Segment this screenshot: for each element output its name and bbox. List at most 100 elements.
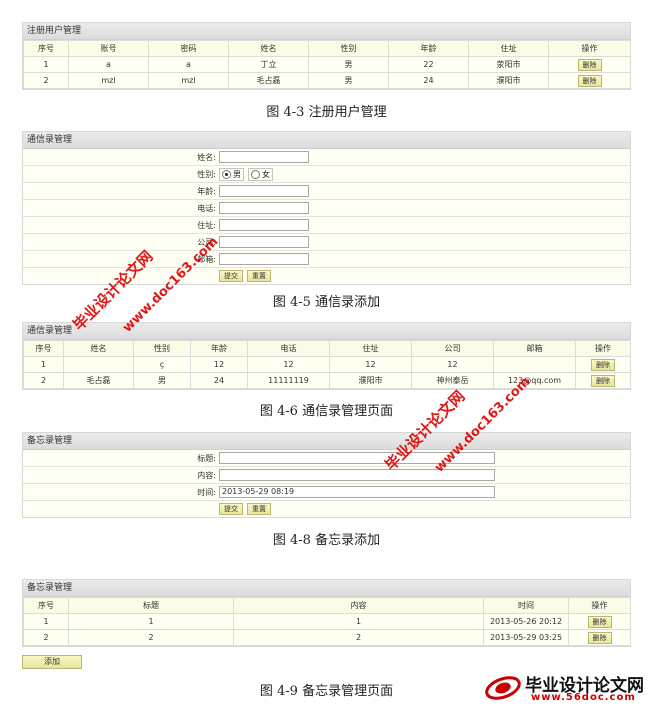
delete-button[interactable]: 删除 [587, 616, 612, 628]
figure-caption: 图 4-3 注册用户管理 [266, 105, 387, 120]
col-header: 性别 [133, 340, 191, 357]
form-row-address: 住址: [23, 217, 630, 234]
company-label: 公司: [197, 237, 216, 247]
col-header: 姓名 [63, 340, 134, 357]
table-cell: 1 [68, 613, 234, 630]
delete-button[interactable]: 删除 [587, 632, 612, 644]
reset-button[interactable]: 重置 [247, 270, 271, 282]
form-row-company: 公司: [23, 234, 630, 251]
col-header: 邮箱 [493, 340, 576, 357]
table-cell: ç [133, 356, 191, 373]
table-cell: 22 [388, 56, 469, 73]
table-cell: mzl [68, 72, 149, 89]
table-cell: 12 [247, 356, 330, 373]
table-cell: a [148, 56, 229, 73]
table-cell: 24 [388, 72, 469, 89]
table-cell: 荥阳市 [468, 56, 549, 73]
table-cell: 丁立 [228, 56, 309, 73]
users-table: 序号 账号 密码 姓名 性别 年龄 住址 操作 1 a a 丁立 男 22 荥阳… [23, 40, 631, 89]
delete-button[interactable]: 删除 [577, 75, 602, 87]
table-cell: 2 [23, 72, 69, 89]
reset-button[interactable]: 重置 [247, 503, 271, 515]
col-header: 密码 [148, 40, 229, 57]
form-row-gender: 性别: 男 女 [23, 166, 630, 183]
col-header: 姓名 [228, 40, 309, 57]
logo-emblem-icon [485, 676, 521, 700]
delete-button[interactable]: 删除 [591, 359, 615, 371]
age-input[interactable] [219, 185, 309, 197]
gender-label: 性别: [197, 169, 216, 179]
submit-button[interactable]: 提交 [219, 503, 243, 515]
table-cell: 毛占磊 [228, 72, 309, 89]
col-header: 内容 [233, 597, 484, 614]
col-header: 住址 [329, 340, 412, 357]
table-cell: 2 [23, 372, 64, 389]
email-input[interactable] [219, 253, 309, 265]
table-cell: 11111119 [247, 372, 330, 389]
col-header: 电话 [247, 340, 330, 357]
company-input[interactable] [219, 236, 309, 248]
delete-button[interactable]: 删除 [591, 375, 615, 387]
col-header: 住址 [468, 40, 549, 57]
add-memo-button[interactable]: 添加 [22, 655, 82, 669]
table-cell: 123@qq.com [493, 372, 576, 389]
memo-add-title: 备忘录管理 [23, 433, 630, 450]
table-cell: 2 [233, 629, 484, 646]
logo-url: www.56doc.com [531, 692, 636, 703]
action-cell: 删除 [548, 72, 631, 89]
col-header: 序号 [23, 40, 69, 57]
table-cell: 2 [23, 629, 69, 646]
name-input[interactable] [219, 151, 309, 163]
time-input[interactable]: 2013-05-29 08:19 [219, 486, 495, 498]
col-header: 操作 [548, 40, 631, 57]
table-cell: 1 [23, 356, 64, 373]
users-panel-title: 注册用户管理 [23, 23, 630, 40]
age-label: 年龄: [197, 186, 216, 196]
radio-unchecked-icon [251, 169, 260, 179]
table-row: 1 1 1 2013-05-26 20:12 删除 [23, 613, 631, 630]
figure-caption: 图 4-6 通信录管理页面 [259, 404, 394, 419]
gender-female-option[interactable]: 女 [248, 167, 273, 181]
contact-add-title: 通信录管理 [23, 132, 630, 149]
memos-header-row: 序号 标题 内容 时间 操作 [23, 597, 631, 614]
content-input[interactable] [219, 469, 495, 481]
contacts-panel: 通信录管理 序号 姓名 性别 年龄 电话 住址 公司 邮箱 操作 1 ç 12 … [22, 322, 631, 390]
col-header: 序号 [23, 340, 64, 357]
table-cell: 12 [329, 356, 412, 373]
col-header: 性别 [308, 40, 389, 57]
address-label: 住址: [197, 220, 216, 230]
table-row: 2 2 2 2013-05-29 03:25 删除 [23, 629, 631, 646]
title-label: 标题: [197, 453, 216, 463]
form-row-title: 标题: [23, 450, 630, 467]
form-row-email: 邮箱: [23, 251, 630, 268]
table-cell: 1 [233, 613, 484, 630]
table-row: 2 mzl mzl 毛占磊 男 24 濮阳市 删除 [23, 72, 631, 89]
address-input[interactable] [219, 219, 309, 231]
table-cell: 濮阳市 [329, 372, 412, 389]
table-cell [63, 356, 134, 373]
form-row-actions: 提交 重置 [23, 501, 630, 517]
form-row-name: 姓名: [23, 149, 630, 166]
col-header: 年龄 [388, 40, 469, 57]
memos-table: 序号 标题 内容 时间 操作 1 1 1 2013-05-26 20:12 删除… [23, 597, 631, 646]
gender-male-option[interactable]: 男 [219, 167, 244, 181]
table-cell: 2 [68, 629, 234, 646]
action-cell: 删除 [548, 56, 631, 73]
table-cell: 2013-05-26 20:12 [483, 613, 569, 630]
phone-input[interactable] [219, 202, 309, 214]
table-cell: 12 [411, 356, 494, 373]
delete-button[interactable]: 删除 [577, 59, 602, 71]
col-header: 标题 [68, 597, 234, 614]
table-cell: 男 [308, 56, 389, 73]
col-header: 公司 [411, 340, 494, 357]
submit-button[interactable]: 提交 [219, 270, 243, 282]
radio-checked-icon [222, 169, 231, 179]
contacts-table: 序号 姓名 性别 年龄 电话 住址 公司 邮箱 操作 1 ç 12 12 12 … [23, 340, 631, 389]
contacts-header-row: 序号 姓名 性别 年龄 电话 住址 公司 邮箱 操作 [23, 340, 631, 357]
content-label: 内容: [197, 470, 216, 480]
name-label: 姓名: [197, 152, 216, 162]
table-cell: mzl [148, 72, 229, 89]
col-header: 操作 [575, 340, 631, 357]
table-cell: 濮阳市 [468, 72, 549, 89]
table-cell: 1 [23, 56, 69, 73]
